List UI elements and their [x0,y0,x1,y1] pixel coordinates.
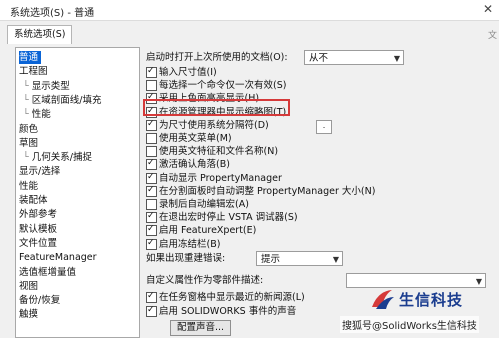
option-checkbox[interactable] [146,184,157,197]
tree-item[interactable]: 颜色 [19,123,38,136]
tree-item-label: 草图 [19,137,39,149]
tree-item-label: 性能 [19,180,39,192]
tab-bar: 系统选项(S) 文 [0,20,499,44]
tree-item-label: 性能 [31,109,51,121]
tree-item-label: 触摸 [19,309,39,321]
tree-item-label: 工程图 [19,66,48,78]
option-checkbox[interactable] [146,237,157,250]
tree-item[interactable]: 备份/恢复 [19,294,60,307]
separator-field[interactable]: . [316,120,332,134]
tree-item-label: 文件位置 [19,237,58,249]
option-label: 启用 FeatureXpert(E) [159,225,257,237]
tree-item[interactable]: 默认模板 [19,223,57,236]
tree-item[interactable]: 外部参考 [19,208,57,221]
option-checkbox[interactable] [146,133,157,144]
tree-item-label: 装配体 [19,195,48,206]
custom-property-dropdown[interactable]: ▼ [346,273,486,288]
option-label: 使用英文特征和文件名称(N) [159,146,279,158]
tree-connector: └ [23,152,32,164]
tree-item[interactable]: └ 几何关系/捕捉 [23,151,92,164]
tree-item-label: 显示/选择 [19,166,61,178]
tree-item[interactable]: 装配体 [19,194,48,207]
tree-item-label: 几何关系/捕捉 [31,152,92,164]
option-checkbox[interactable] [146,157,157,171]
option-label: 激活确认角落(B) [159,159,230,171]
tree-item[interactable]: └ 区域剖面线/填充 [23,94,101,107]
option-label: 输入尺寸值(I) [159,67,217,78]
option-label: 每选择一个命令仅一次有效(S) [159,80,287,92]
option-checkbox[interactable] [146,80,157,92]
option-label: 在分割面板时自动调整 PropertyManager 大小(N) [159,185,376,197]
tree-item-label: 显示类型 [31,80,70,92]
window-title: 系统选项(S) - 普通 [10,8,95,19]
title-bar: 系统选项(S) - 普通 ✕ [0,0,499,21]
close-icon[interactable]: ✕ [483,2,493,16]
tree-item[interactable]: 视图 [19,280,38,293]
option-label: 自动显示 PropertyManager [159,172,282,184]
tab-system-options[interactable]: 系统选项(S) [7,25,73,44]
rebuild-error-dropdown[interactable]: 提示 ▼ [256,251,343,266]
chevron-down-icon: ▼ [332,255,339,264]
option-label: 在任务窗格中显示最近的新闻源(L) [159,292,305,303]
tree-item-label: FeatureManager [19,252,97,264]
option-checkbox[interactable] [146,146,157,158]
tree-item[interactable]: └ 显示类型 [23,80,70,93]
startup-value: 从不 [309,53,329,64]
tree-item-label: 选值框增量值 [19,266,77,278]
tree-item[interactable]: 触摸 [19,308,38,321]
chevron-down-icon: ▼ [393,54,400,63]
tree-connector: └ [23,94,32,106]
option-label: 在资源管理器中显示缩略图(T) [159,106,287,118]
brand-emblem-icon [372,290,394,309]
option-label: 录制后自动编辑宏(A) [159,199,249,210]
tree-item-label: 默认模板 [19,223,58,235]
option-checkbox[interactable] [146,223,157,237]
options-tree[interactable]: 普通 工程图 └ 显示类型 └ 区域剖面线/填充 └ 性能 颜色 草图 └ 几何关系/捕捉 显示… [15,47,140,338]
option-checkbox[interactable] [146,290,157,303]
rebuild-error-value: 提示 [261,254,281,265]
tree-item[interactable]: 普通 [19,51,42,64]
tree-item[interactable]: └ 性能 [23,108,51,121]
tree-item[interactable]: 显示/选择 [19,165,60,178]
tree-item[interactable]: 选值框增量值 [19,266,76,279]
tree-item[interactable]: 草图 [19,137,38,150]
option-checkbox[interactable] [146,118,157,131]
option-checkbox[interactable] [146,210,157,224]
option-label: 为尺寸使用系统分隔符(D) [159,119,269,131]
tree-connector: └ [23,80,32,92]
rebuild-error-label: 如果出现重建错误: [146,253,226,264]
option-label: 使用英文菜单(M) [159,133,232,144]
startup-label: 启动时打开上次所使用的文档(O): [146,52,288,63]
tree-item-label: 区域剖面线/填充 [31,94,102,106]
option-label: 启用冻结栏(B) [159,238,221,250]
option-checkbox[interactable] [146,91,157,105]
tree-item-label: 外部参考 [19,209,58,221]
option-label: 采用上色面高亮显示(H) [159,93,260,105]
option-label: 启用 SOLIDWORKS 事件的声音 [159,305,297,317]
tree-item[interactable]: 性能 [19,180,38,193]
tree-item[interactable]: 工程图 [19,65,48,78]
option-checkbox[interactable] [146,105,157,118]
option-checkbox[interactable] [146,199,157,210]
tree-connector: └ [23,109,32,121]
tree-item-label: 视图 [19,280,39,292]
tab-document-properties[interactable]: 文 [488,28,497,41]
tree-item[interactable]: FeatureManager [19,251,97,264]
option-checkbox[interactable] [146,304,157,317]
tree-item-label: 备份/恢复 [19,295,61,307]
option-checkbox[interactable] [146,65,157,78]
option-checkbox[interactable] [146,171,157,184]
tree-item-label: 颜色 [19,123,39,135]
startup-dropdown[interactable]: 从不 ▼ [304,50,404,65]
watermark: 搜狐号@SolidWorks生信科技 [340,316,479,333]
brand-name: 生信科技 [399,291,464,309]
configure-sounds-button[interactable]: 配置声音... [170,320,232,336]
option-label: 在退出宏时停止 VSTA 调试器(S) [159,212,298,224]
custom-property-label: 自定义属性作为零部件描述: [146,275,264,286]
brand-logo: 生信科技 [370,287,496,311]
tree-item[interactable]: 文件位置 [19,237,57,250]
tree-item-label: 普通 [19,52,39,63]
